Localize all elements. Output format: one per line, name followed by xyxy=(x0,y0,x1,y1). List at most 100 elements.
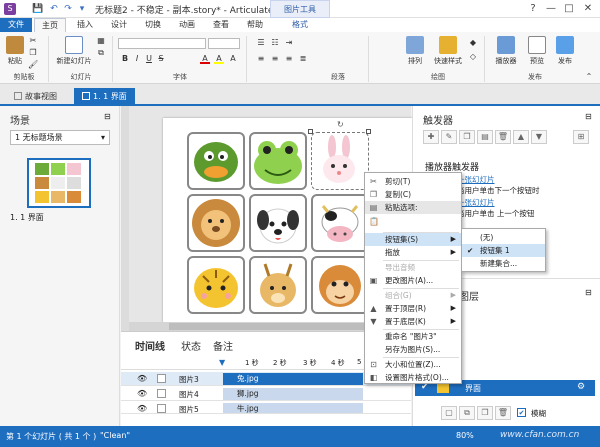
picture-deer[interactable] xyxy=(249,256,307,314)
delete-trigger-icon[interactable]: 🗑 xyxy=(495,130,511,144)
tab-file[interactable]: 文件 xyxy=(0,18,32,32)
italic-button[interactable]: I xyxy=(132,54,142,64)
menu-item-button-set[interactable]: 按钮集(S) ▶ xyxy=(365,233,461,246)
bullets-icon[interactable]: ☰ xyxy=(256,38,266,48)
picture-rabbit[interactable] xyxy=(311,132,369,190)
picture-cow[interactable] xyxy=(311,194,369,252)
justify-icon[interactable]: ≣ xyxy=(298,54,308,64)
paste-trigger-icon[interactable]: ▤ xyxy=(477,130,493,144)
menu-item-paste-keep[interactable]: 📋 xyxy=(365,214,461,230)
delete-layer-icon[interactable]: 🗑 xyxy=(495,406,511,420)
panel-pin-icon[interactable]: ⊟ xyxy=(104,112,111,121)
tab-slide-interface[interactable]: 1. 1 界面 xyxy=(74,88,135,106)
visibility-icon[interactable]: 👁 xyxy=(137,404,147,413)
gear-icon[interactable]: ⚙ xyxy=(577,382,585,392)
tab-design[interactable]: 设计 xyxy=(104,18,134,32)
copy-layer-icon[interactable]: ❐ xyxy=(477,406,493,420)
timeline-clip[interactable]: 狮.jpg xyxy=(223,388,363,400)
menu-item-save-as-picture[interactable]: 另存为图片(S)... xyxy=(365,343,461,356)
tab-insert[interactable]: 插入 xyxy=(70,18,100,32)
indent-icon[interactable]: ⇥ xyxy=(284,38,294,48)
customize-toolbar-icon[interactable]: ▾ xyxy=(76,3,88,15)
arrange-button[interactable]: 排列 xyxy=(402,36,428,66)
panel-pin-icon[interactable]: ⊟ xyxy=(585,112,592,121)
panel-pin-icon[interactable]: ⊟ xyxy=(585,288,592,297)
edit-trigger-icon[interactable]: ✎ xyxy=(441,130,457,144)
visibility-icon[interactable]: 👁 xyxy=(137,374,147,383)
tab-transitions[interactable]: 切换 xyxy=(138,18,168,32)
strikethrough-button[interactable]: S xyxy=(156,54,166,64)
player-button[interactable]: 播放器 xyxy=(488,36,524,66)
layout-icon[interactable]: ▦ xyxy=(96,36,106,46)
dim-checkbox[interactable]: ✔ xyxy=(517,408,526,417)
font-size-combo[interactable] xyxy=(208,38,240,49)
align-center-icon[interactable]: ≡ xyxy=(270,54,280,64)
redo-icon[interactable]: ↷ xyxy=(62,3,74,15)
submenu-item-new-set[interactable]: 新建集合... xyxy=(462,257,545,270)
shape-outline-icon[interactable]: ◇ xyxy=(468,52,478,62)
picture-monkey[interactable] xyxy=(311,256,369,314)
cut-icon[interactable]: ✂ xyxy=(28,36,38,46)
menu-item-size-position[interactable]: ⊡ 大小和位置(Z)... xyxy=(365,358,461,371)
bold-button[interactable]: B xyxy=(120,54,130,64)
timeline-clip[interactable]: 牛.jpg xyxy=(223,403,363,413)
close-button[interactable]: ✕ xyxy=(580,2,596,16)
menu-item-rename[interactable]: 重命名 "图片3" xyxy=(365,330,461,343)
menu-item-send-to-back[interactable]: ▼ 置于底层(K) ▶ xyxy=(365,315,461,328)
tab-home[interactable]: 主页 xyxy=(34,18,66,32)
tab-format[interactable]: 格式 xyxy=(272,18,328,32)
table-row[interactable]: 👁 图片5 牛.jpg xyxy=(121,402,411,414)
duplicate-layer-icon[interactable]: ⧉ xyxy=(459,406,475,420)
restore-button[interactable]: □ xyxy=(561,2,577,16)
submenu-item-button-set-1[interactable]: ✔ 按钮集 1 xyxy=(462,244,545,257)
slide-thumbnail[interactable] xyxy=(27,158,91,208)
scrollbar-thumb[interactable] xyxy=(169,323,369,330)
highlight-icon[interactable]: A xyxy=(214,54,224,64)
picture-duck[interactable] xyxy=(187,132,245,190)
scene-select[interactable]: 1 无标题场景 ▾ xyxy=(10,130,110,145)
move-down-icon[interactable]: ▼ xyxy=(531,130,547,144)
quick-styles-button[interactable]: 快速样式 xyxy=(428,36,468,66)
table-row[interactable]: 👁 图片4 狮.jpg xyxy=(121,387,411,401)
menu-item-cut[interactable]: ✂ 剪切(T) xyxy=(365,175,461,188)
submenu-item-none[interactable]: (无) xyxy=(462,231,545,244)
tab-help[interactable]: 帮助 xyxy=(240,18,270,32)
trigger-link[interactable]: 一张幻灯片 xyxy=(457,174,495,185)
menu-item-change-picture[interactable]: ▣ 更改图片(A)... xyxy=(365,274,461,287)
tab-animations[interactable]: 动画 xyxy=(172,18,202,32)
tab-timeline[interactable]: 时间线 xyxy=(135,338,165,353)
timeline-clip[interactable]: 兔.jpg xyxy=(223,373,363,385)
tab-story-view[interactable]: 故事视图 xyxy=(6,88,65,106)
new-slide-button[interactable]: 新建幻灯片 xyxy=(56,36,92,66)
picture-frog[interactable] xyxy=(249,132,307,190)
align-left-icon[interactable]: ≡ xyxy=(256,54,266,64)
tab-notes[interactable]: 备注 xyxy=(213,338,233,353)
lock-checkbox[interactable] xyxy=(157,404,166,413)
help-icon[interactable]: ? xyxy=(525,2,541,16)
lock-checkbox[interactable] xyxy=(157,374,166,383)
menu-item-drag-drop[interactable]: 拖放 ▶ xyxy=(365,246,461,259)
new-layer-icon[interactable]: ▢ xyxy=(441,406,457,420)
font-color-icon[interactable]: A xyxy=(200,54,210,64)
visibility-icon[interactable]: 👁 xyxy=(137,389,147,398)
menu-item-bring-to-front[interactable]: ▲ 置于顶层(R) ▶ xyxy=(365,302,461,315)
minimize-button[interactable]: — xyxy=(543,2,559,16)
playhead-icon[interactable]: ▼ xyxy=(219,358,225,367)
align-right-icon[interactable]: ≡ xyxy=(284,54,294,64)
publish-button[interactable]: 发布 xyxy=(552,36,578,66)
underline-button[interactable]: U xyxy=(144,54,154,64)
tab-view[interactable]: 查看 xyxy=(206,18,236,32)
menu-item-format-picture[interactable]: ◧ 设置图片格式(O)... xyxy=(365,371,461,384)
new-trigger-icon[interactable]: ✚ xyxy=(423,130,439,144)
numbering-icon[interactable]: ☷ xyxy=(270,38,280,48)
copy-trigger-icon[interactable]: ❐ xyxy=(459,130,475,144)
selection-handle[interactable] xyxy=(366,129,371,134)
picture-lion[interactable] xyxy=(187,194,245,252)
undo-icon[interactable]: ↶ xyxy=(48,3,60,15)
move-up-icon[interactable]: ▲ xyxy=(513,130,529,144)
trigger-settings-icon[interactable]: ⊞ xyxy=(573,130,589,144)
format-painter-icon[interactable]: 🖌 xyxy=(28,60,38,70)
picture-tiger[interactable] xyxy=(187,256,245,314)
copy-icon[interactable]: ❐ xyxy=(28,48,38,58)
text-effects-icon[interactable]: A xyxy=(228,54,238,64)
